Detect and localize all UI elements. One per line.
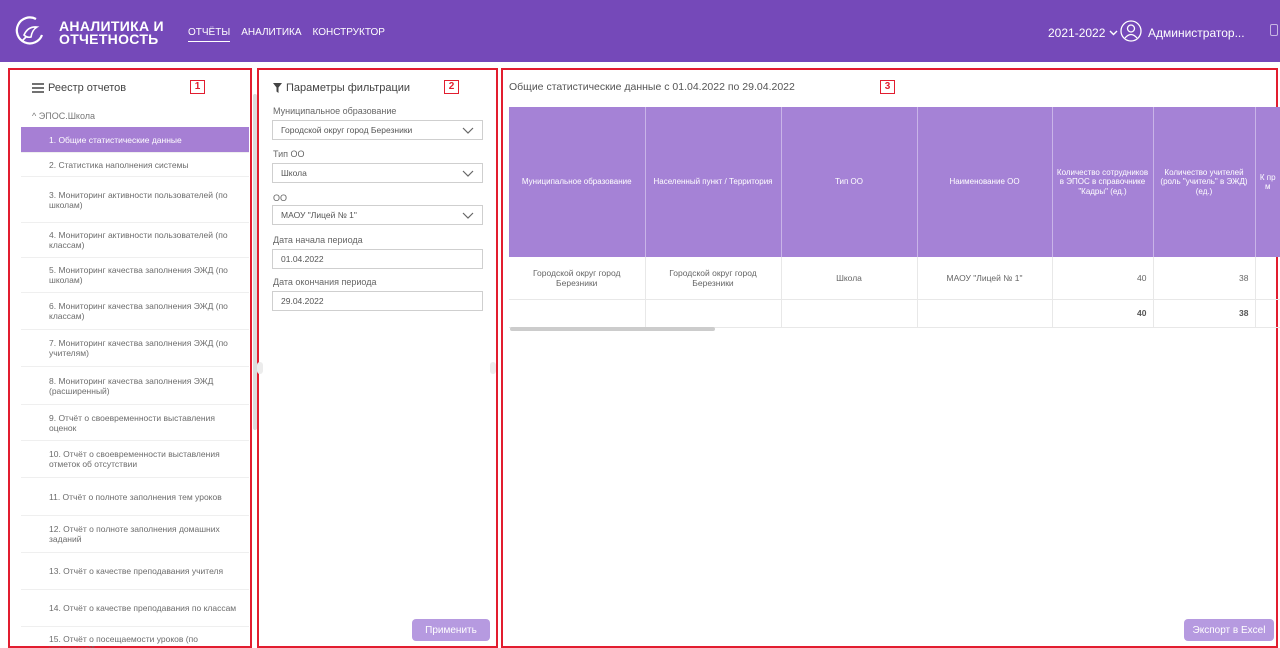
column-header[interactable]: Тип ОО	[781, 107, 918, 257]
right-splitter-handle[interactable]	[490, 362, 496, 374]
org-select[interactable]: МАОУ "Лицей № 1"	[272, 205, 483, 225]
apply-button[interactable]: Применить	[412, 619, 490, 641]
reports-panel-title: Реестр отчетов	[32, 82, 126, 94]
org-type-select[interactable]: Школа	[272, 163, 483, 183]
municipality-label: Муниципальное образование	[273, 106, 397, 116]
data-panel-title: Общие статистические данные с 01.04.2022…	[509, 81, 795, 93]
column-header[interactable]: Населенный пункт / Территория	[645, 107, 782, 257]
report-item[interactable]: 9. Отчёт о своевременности выставления о…	[21, 405, 249, 441]
org-type-label: Тип ОО	[273, 149, 305, 159]
user-avatar-icon[interactable]	[1120, 20, 1142, 42]
table-row: Городской округ город Березники Городско…	[509, 257, 1280, 300]
year-selector[interactable]: 2021-2022	[1048, 26, 1118, 40]
column-header[interactable]: Муниципальное образование	[509, 107, 646, 257]
annotation-badge-1: 1	[190, 80, 205, 94]
municipality-select[interactable]: Городской округ город Березники	[272, 120, 483, 140]
chevron-down-icon	[462, 127, 474, 134]
table-cell	[1255, 299, 1280, 328]
report-item[interactable]: 2. Статистика наполнения системы	[21, 153, 249, 177]
app-title: АНАЛИТИКА И ОТЧЕТНОСТЬ	[59, 18, 164, 47]
annotation-badge-2: 2	[444, 80, 459, 94]
report-item[interactable]: 1. Общие статистические данные	[21, 127, 249, 153]
report-item[interactable]: 8. Мониторинг качества заполнения ЭЖД (р…	[21, 367, 249, 405]
filter-panel-title: Параметры фильтрации	[273, 82, 410, 94]
nav-constructor[interactable]: КОНСТРУКТОР	[313, 27, 385, 42]
table-cell: МАОУ "Лицей № 1"	[917, 257, 1053, 300]
reports-panel-title-text: Реестр отчетов	[48, 82, 127, 94]
report-item[interactable]: 11. Отчёт о полноте заполнения тем уроко…	[21, 478, 249, 516]
report-item[interactable]: 15. Отчёт о посещаемости уроков (по учащ…	[21, 627, 249, 648]
report-item[interactable]: 13. Отчёт о качестве преподавания учител…	[21, 553, 249, 590]
report-item[interactable]: 12. Отчёт о полноте заполнения домашних …	[21, 516, 249, 553]
table-cell: 38	[1153, 299, 1256, 328]
reports-scrollbar[interactable]	[253, 94, 257, 430]
table-cell	[645, 299, 782, 328]
chevron-down-icon	[462, 170, 474, 177]
report-item[interactable]: 4. Мониторинг активности пользователей (…	[21, 223, 249, 258]
app-logo-icon[interactable]	[14, 15, 46, 47]
report-item[interactable]: 7. Мониторинг качества заполнения ЭЖД (п…	[21, 330, 249, 367]
report-list: 1. Общие статистические данные 2. Статис…	[21, 127, 249, 648]
year-value: 2021-2022	[1048, 26, 1106, 40]
logout-icon[interactable]	[1270, 24, 1278, 36]
export-excel-button[interactable]: Экспорт в Excel	[1184, 619, 1274, 641]
nav-analytics[interactable]: АНАЛИТИКА	[241, 27, 301, 42]
table-cell: 40	[1052, 299, 1154, 328]
main-nav: ОТЧЁТЫ АНАЛИТИКА КОНСТРУКТОР	[188, 27, 385, 42]
org-value: МАОУ "Лицей № 1"	[281, 210, 357, 220]
table-totals-row: 40 38	[509, 299, 1280, 328]
report-item[interactable]: 6. Мониторинг качества заполнения ЭЖД (п…	[21, 293, 249, 330]
table-cell: 40	[1052, 257, 1154, 300]
column-header[interactable]: К пр м	[1255, 107, 1280, 257]
table-cell	[781, 299, 918, 328]
app-header: АНАЛИТИКА И ОТЧЕТНОСТЬ ОТЧЁТЫ АНАЛИТИКА …	[0, 0, 1280, 62]
org-type-value: Школа	[281, 168, 307, 178]
chevron-down-icon	[462, 212, 474, 219]
tree-root-epos[interactable]: ^ ЭПОС.Школа	[32, 111, 95, 121]
column-header[interactable]: Наименование ОО	[917, 107, 1053, 257]
nav-reports[interactable]: ОТЧЁТЫ	[188, 27, 231, 42]
end-date-input[interactable]: 29.04.2022	[272, 291, 483, 311]
table-header-row: Муниципальное образование Населенный пун…	[509, 107, 1280, 257]
table-cell	[509, 299, 646, 328]
table-cell: 38	[1153, 257, 1256, 300]
start-date-value: 01.04.2022	[281, 254, 324, 264]
table-horizontal-scrollbar[interactable]	[510, 327, 715, 331]
filter-panel-title-text: Параметры фильтрации	[286, 82, 411, 94]
municipality-value: Городской округ город Березники	[281, 125, 413, 135]
chevron-up-icon: ^	[32, 111, 37, 121]
tree-root-label: ЭПОС.Школа	[38, 111, 96, 121]
report-item[interactable]: 5. Мониторинг качества заполнения ЭЖД (п…	[21, 258, 249, 293]
chevron-down-icon	[1109, 30, 1118, 36]
filter-icon	[273, 83, 282, 93]
start-date-label: Дата начала периода	[273, 235, 363, 245]
menu-icon[interactable]	[32, 83, 44, 93]
start-date-input[interactable]: 01.04.2022	[272, 249, 483, 269]
table-cell	[1255, 257, 1280, 300]
report-item[interactable]: 14. Отчёт о качестве преподавания по кла…	[21, 590, 249, 627]
org-label: ОО	[273, 193, 288, 203]
column-header[interactable]: Количество сотрудников в ЭПОС в справочн…	[1052, 107, 1154, 257]
table-cell: Городской округ город Березники	[509, 257, 646, 300]
statistics-table: Муниципальное образование Населенный пун…	[509, 107, 1280, 328]
end-date-value: 29.04.2022	[281, 296, 324, 306]
annotation-badge-3: 3	[880, 80, 895, 94]
column-header[interactable]: Количество учителей (роль "учитель" в ЭЖ…	[1153, 107, 1256, 257]
left-splitter-handle[interactable]	[257, 362, 263, 374]
end-date-label: Дата окончания периода	[273, 277, 377, 287]
report-item[interactable]: 10. Отчёт о своевременности выставления …	[21, 441, 249, 478]
table-cell: Городской округ город Березники	[645, 257, 782, 300]
user-name[interactable]: Администратор...	[1148, 26, 1245, 40]
report-item[interactable]: 3. Мониторинг активности пользователей (…	[21, 177, 249, 223]
table-cell	[917, 299, 1053, 328]
table-cell: Школа	[781, 257, 918, 300]
